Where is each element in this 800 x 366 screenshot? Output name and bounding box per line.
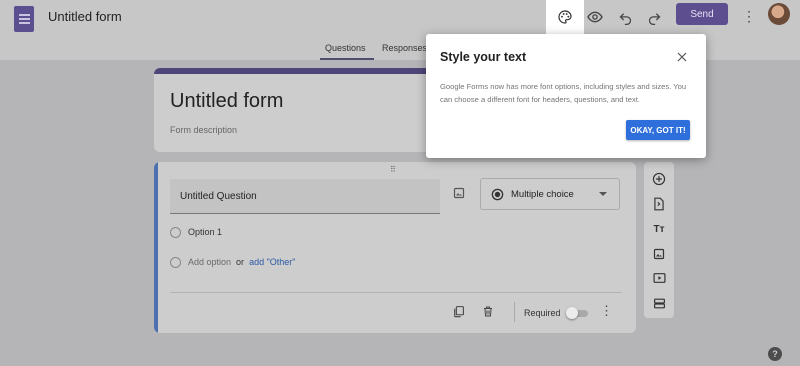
preview-button[interactable] — [584, 6, 606, 28]
option-row[interactable]: Option 1 — [170, 224, 222, 240]
form-description-field[interactable]: Form description — [170, 125, 237, 135]
undo-icon — [619, 12, 631, 25]
form-title[interactable]: Untitled form — [170, 90, 283, 113]
floating-toolbar: Tт — [644, 162, 674, 318]
avatar[interactable] — [768, 3, 790, 25]
radio-button-icon — [491, 188, 504, 201]
or-text: or — [236, 257, 245, 267]
customize-theme-button[interactable] — [546, 0, 584, 34]
trash-icon — [484, 306, 492, 316]
palette-icon — [558, 10, 572, 24]
required-toggle[interactable] — [566, 307, 590, 319]
close-button[interactable] — [676, 50, 690, 64]
question-type-label: Multiple choice — [511, 189, 574, 200]
import-questions-icon — [654, 197, 664, 211]
delete-button[interactable] — [480, 303, 496, 319]
add-question-icon — [652, 172, 666, 186]
add-title-icon[interactable]: Tт — [650, 220, 668, 238]
question-title-input[interactable]: Untitled Question — [170, 179, 440, 214]
dialog-title: Style your text — [440, 50, 527, 64]
drag-handle-icon[interactable]: ⠿ — [390, 165, 397, 174]
question-type-dropdown[interactable]: Multiple choice — [480, 178, 620, 210]
okay-got-it-button[interactable]: OKAY, GOT IT! — [626, 120, 690, 140]
add-video-button[interactable] — [650, 269, 668, 287]
more-vert-icon[interactable]: ⋮ — [600, 303, 613, 319]
duplicate-button[interactable] — [450, 303, 466, 319]
send-button[interactable]: Send — [676, 3, 728, 25]
close-icon — [677, 52, 687, 62]
add-other-link[interactable]: add "Other" — [249, 257, 295, 267]
image-icon — [453, 187, 465, 199]
chevron-down-icon — [599, 192, 607, 196]
forms-app-icon[interactable] — [14, 6, 34, 32]
add-image-icon — [653, 248, 665, 260]
toggle-knob — [566, 307, 578, 319]
active-card-indicator — [154, 162, 158, 333]
question-title-text: Untitled Question — [180, 191, 257, 202]
add-section-icon — [653, 298, 665, 308]
radio-circle-icon — [170, 256, 181, 268]
divider — [170, 292, 622, 293]
question-card[interactable]: ⠿ Untitled Question Multiple choice Opti… — [154, 162, 636, 333]
help-icon[interactable]: ? — [768, 347, 782, 361]
tab-questions[interactable]: Questions — [325, 43, 366, 53]
dialog-body: Google Forms now has more font options, … — [440, 82, 687, 104]
add-section-button[interactable] — [650, 294, 668, 312]
add-option-row: Add option or add "Other" — [170, 254, 295, 270]
undo-button[interactable] — [614, 6, 636, 28]
footer-divider — [514, 302, 515, 322]
active-tab-indicator — [320, 58, 374, 60]
required-label: Required — [524, 308, 561, 318]
document-title[interactable]: Untitled form — [48, 9, 122, 24]
add-image-side-button[interactable] — [650, 245, 668, 263]
option-label[interactable]: Option 1 — [188, 227, 222, 237]
import-questions-button[interactable] — [650, 195, 668, 213]
style-your-text-dialog: Style your text Google Forms now has mor… — [426, 34, 706, 158]
radio-circle-icon — [170, 226, 181, 238]
redo-icon — [648, 12, 660, 25]
tab-responses[interactable]: Responses — [382, 43, 427, 53]
more-vert-icon[interactable]: ⋮ — [742, 6, 756, 26]
eye-icon — [587, 11, 603, 23]
redo-button[interactable] — [643, 6, 665, 28]
add-image-button[interactable] — [450, 184, 468, 202]
add-question-button[interactable] — [650, 170, 668, 188]
copy-icon — [453, 305, 464, 317]
add-video-icon — [652, 273, 666, 283]
add-option-link[interactable]: Add option — [188, 257, 231, 267]
